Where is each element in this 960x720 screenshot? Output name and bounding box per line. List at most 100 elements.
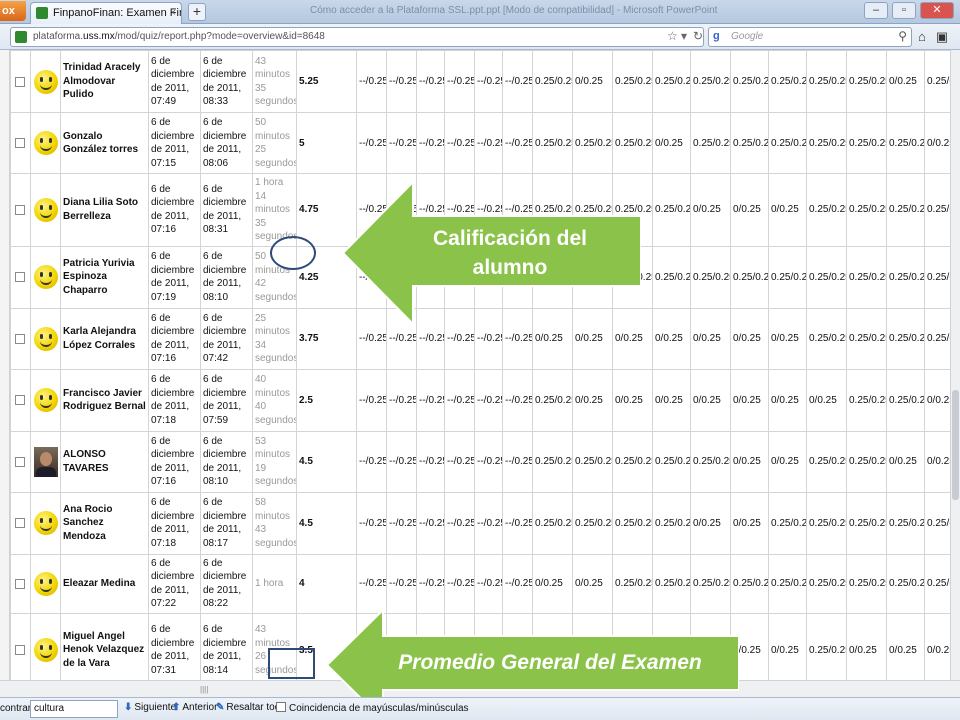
question-score-cell[interactable]: --/0.25 — [474, 553, 503, 614]
question-score-cell[interactable]: 0.25/0.25 — [612, 112, 653, 174]
site-identity-icon[interactable] — [15, 31, 27, 43]
question-score-cell[interactable]: 0.25/0.25 — [846, 50, 887, 113]
question-score-cell[interactable]: 0.25/0.25 — [612, 491, 653, 555]
search-icon[interactable]: ⚲ — [898, 29, 907, 43]
question-score-cell[interactable]: --/0.25 — [386, 368, 417, 432]
question-score-cell[interactable]: --/0.25 — [356, 50, 387, 113]
question-score-cell[interactable]: --/0.25 — [444, 430, 475, 493]
row-checkbox[interactable] — [15, 333, 25, 344]
question-score-cell[interactable]: 0.25/0.25 — [532, 50, 573, 113]
grade-cell[interactable]: 4.5 — [296, 491, 357, 555]
question-score-cell[interactable]: 0.25/0.25 — [532, 368, 573, 432]
question-score-cell[interactable]: --/0.25 — [416, 430, 445, 493]
minimize-icon[interactable]: – — [864, 2, 888, 19]
user-photo[interactable] — [34, 446, 58, 477]
question-score-cell[interactable]: --/0.25 — [356, 491, 387, 555]
question-score-cell[interactable]: --/0.25 — [356, 430, 387, 493]
question-score-cell[interactable]: 0/0.25 — [768, 612, 807, 680]
question-score-cell[interactable]: 0/0.25 — [690, 491, 731, 555]
grade-cell[interactable]: 4 — [296, 553, 357, 614]
question-score-cell[interactable]: 0.25/0.25 — [806, 553, 847, 614]
question-score-cell[interactable]: --/0.25 — [474, 112, 503, 174]
question-score-cell[interactable]: 0/0.25 — [652, 368, 691, 432]
question-score-cell[interactable]: 0/0.25 — [612, 368, 653, 432]
smiley-avatar-icon[interactable] — [34, 197, 58, 222]
smiley-avatar-icon[interactable] — [34, 638, 58, 662]
question-score-cell[interactable]: 0.25/0.25 — [572, 491, 613, 555]
question-score-cell[interactable]: 0.25/0.25 — [572, 430, 613, 493]
question-score-cell[interactable]: --/0.25 — [416, 368, 445, 432]
row-checkbox[interactable] — [15, 138, 25, 148]
grade-cell[interactable]: 4.5 — [296, 430, 357, 493]
grade-cell[interactable]: 2.5 — [296, 368, 357, 432]
question-score-cell[interactable]: --/0.25 — [444, 112, 475, 174]
question-score-cell[interactable]: --/0.25 — [474, 491, 503, 555]
question-score-cell[interactable]: 0.25/0.25 — [652, 50, 691, 113]
student-name[interactable]: Karla Alejandra López Corrales — [60, 307, 149, 370]
row-checkbox[interactable] — [15, 645, 25, 655]
reload-icon[interactable]: ↻ — [693, 29, 703, 43]
question-score-cell[interactable]: --/0.25 — [502, 430, 533, 493]
question-score-cell[interactable]: 0.25/0.25 — [886, 245, 925, 309]
firefox-menu-button[interactable]: ox — [0, 1, 26, 21]
question-score-cell[interactable]: 0.25/0.25 — [806, 491, 847, 555]
question-score-cell[interactable]: 0/0.25 — [768, 368, 807, 432]
question-score-cell[interactable]: --/0.25 — [502, 491, 533, 555]
question-score-cell[interactable]: 0.25/0.25 — [886, 553, 925, 614]
question-score-cell[interactable]: 0.25/0.25 — [768, 553, 807, 614]
question-score-cell[interactable]: --/0.25 — [386, 430, 417, 493]
question-score-cell[interactable]: 0.25/0.25 — [730, 112, 769, 174]
find-next-button[interactable]: ⬇ Siguiente — [124, 702, 176, 713]
question-score-cell[interactable]: --/0.25 — [474, 430, 503, 493]
question-score-cell[interactable]: 0.25/0.25 — [612, 430, 653, 493]
find-input[interactable]: cultura — [30, 700, 118, 718]
question-score-cell[interactable]: --/0.25 — [416, 50, 445, 113]
student-name[interactable]: Ana Rocio Sanchez Mendoza — [60, 491, 149, 555]
question-score-cell[interactable]: 0.25/0.25 — [690, 112, 731, 174]
question-score-cell[interactable]: 0/0.25 — [730, 307, 769, 370]
row-checkbox[interactable] — [15, 578, 25, 589]
question-score-cell[interactable]: 0.25/0.25 — [652, 245, 691, 309]
question-score-cell[interactable]: 0.25/0.25 — [846, 368, 887, 432]
student-name[interactable]: Patricia Yurivia Espinoza Chaparro — [60, 245, 149, 309]
smiley-avatar-icon[interactable] — [34, 388, 58, 412]
question-score-cell[interactable]: --/0.25 — [474, 50, 503, 113]
question-score-cell[interactable]: 0.25/0.25 — [846, 112, 887, 174]
question-score-cell[interactable]: 0.25/0.25 — [846, 307, 887, 370]
smiley-avatar-icon[interactable] — [34, 69, 58, 94]
question-score-cell[interactable]: 0.25/0.25 — [768, 112, 807, 174]
grade-cell[interactable]: 5 — [296, 112, 357, 174]
address-bar[interactable]: plataforma.uss.mx/mod/quiz/report.php?mo… — [10, 27, 704, 47]
student-name[interactable]: Miguel Angel Henok Velazquez de la Vara — [60, 612, 149, 680]
question-score-cell[interactable]: --/0.25 — [386, 491, 417, 555]
question-score-cell[interactable]: 0.25/0.25 — [806, 50, 847, 113]
question-score-cell[interactable]: 0/0.25 — [768, 430, 807, 493]
find-previous-button[interactable]: ⬆ Anterior — [172, 702, 217, 713]
question-score-cell[interactable]: 0/0.25 — [730, 173, 769, 247]
google-icon[interactable]: g — [713, 30, 720, 42]
question-score-cell[interactable]: 0.25/0.25 — [652, 491, 691, 555]
question-score-cell[interactable]: 0/0.25 — [652, 307, 691, 370]
smiley-avatar-icon[interactable] — [34, 511, 58, 535]
question-score-cell[interactable]: --/0.25 — [444, 553, 475, 614]
question-score-cell[interactable]: --/0.25 — [386, 50, 417, 113]
question-score-cell[interactable]: 0.25/0.25 — [806, 430, 847, 493]
tab-examen-final[interactable]: FinpanoFinan: Examen Final × — [30, 2, 182, 24]
question-score-cell[interactable]: 0.25/0.25 — [690, 430, 731, 493]
tab-close-icon[interactable]: × — [170, 3, 176, 23]
question-score-cell[interactable]: 0.25/0.25 — [730, 50, 769, 113]
question-score-cell[interactable]: --/0.25 — [416, 112, 445, 174]
smiley-avatar-icon[interactable] — [34, 265, 58, 289]
question-score-cell[interactable]: 0.25/0.25 — [806, 612, 847, 680]
question-score-cell[interactable]: 0.25/0.25 — [806, 245, 847, 309]
question-score-cell[interactable]: 0/0.25 — [532, 553, 573, 614]
question-score-cell[interactable]: 0/0.25 — [690, 173, 731, 247]
question-score-cell[interactable]: 0.25/0.25 — [652, 553, 691, 614]
question-score-cell[interactable]: 0/0.25 — [806, 368, 847, 432]
scroll-grip[interactable]: |||| — [200, 685, 208, 694]
question-score-cell[interactable]: --/0.25 — [444, 50, 475, 113]
question-score-cell[interactable]: 0/0.25 — [690, 307, 731, 370]
search-box[interactable]: g Google ⚲ — [708, 27, 912, 47]
question-score-cell[interactable]: 0/0.25 — [886, 50, 925, 113]
question-score-cell[interactable]: 0.25/0.25 — [612, 50, 653, 113]
